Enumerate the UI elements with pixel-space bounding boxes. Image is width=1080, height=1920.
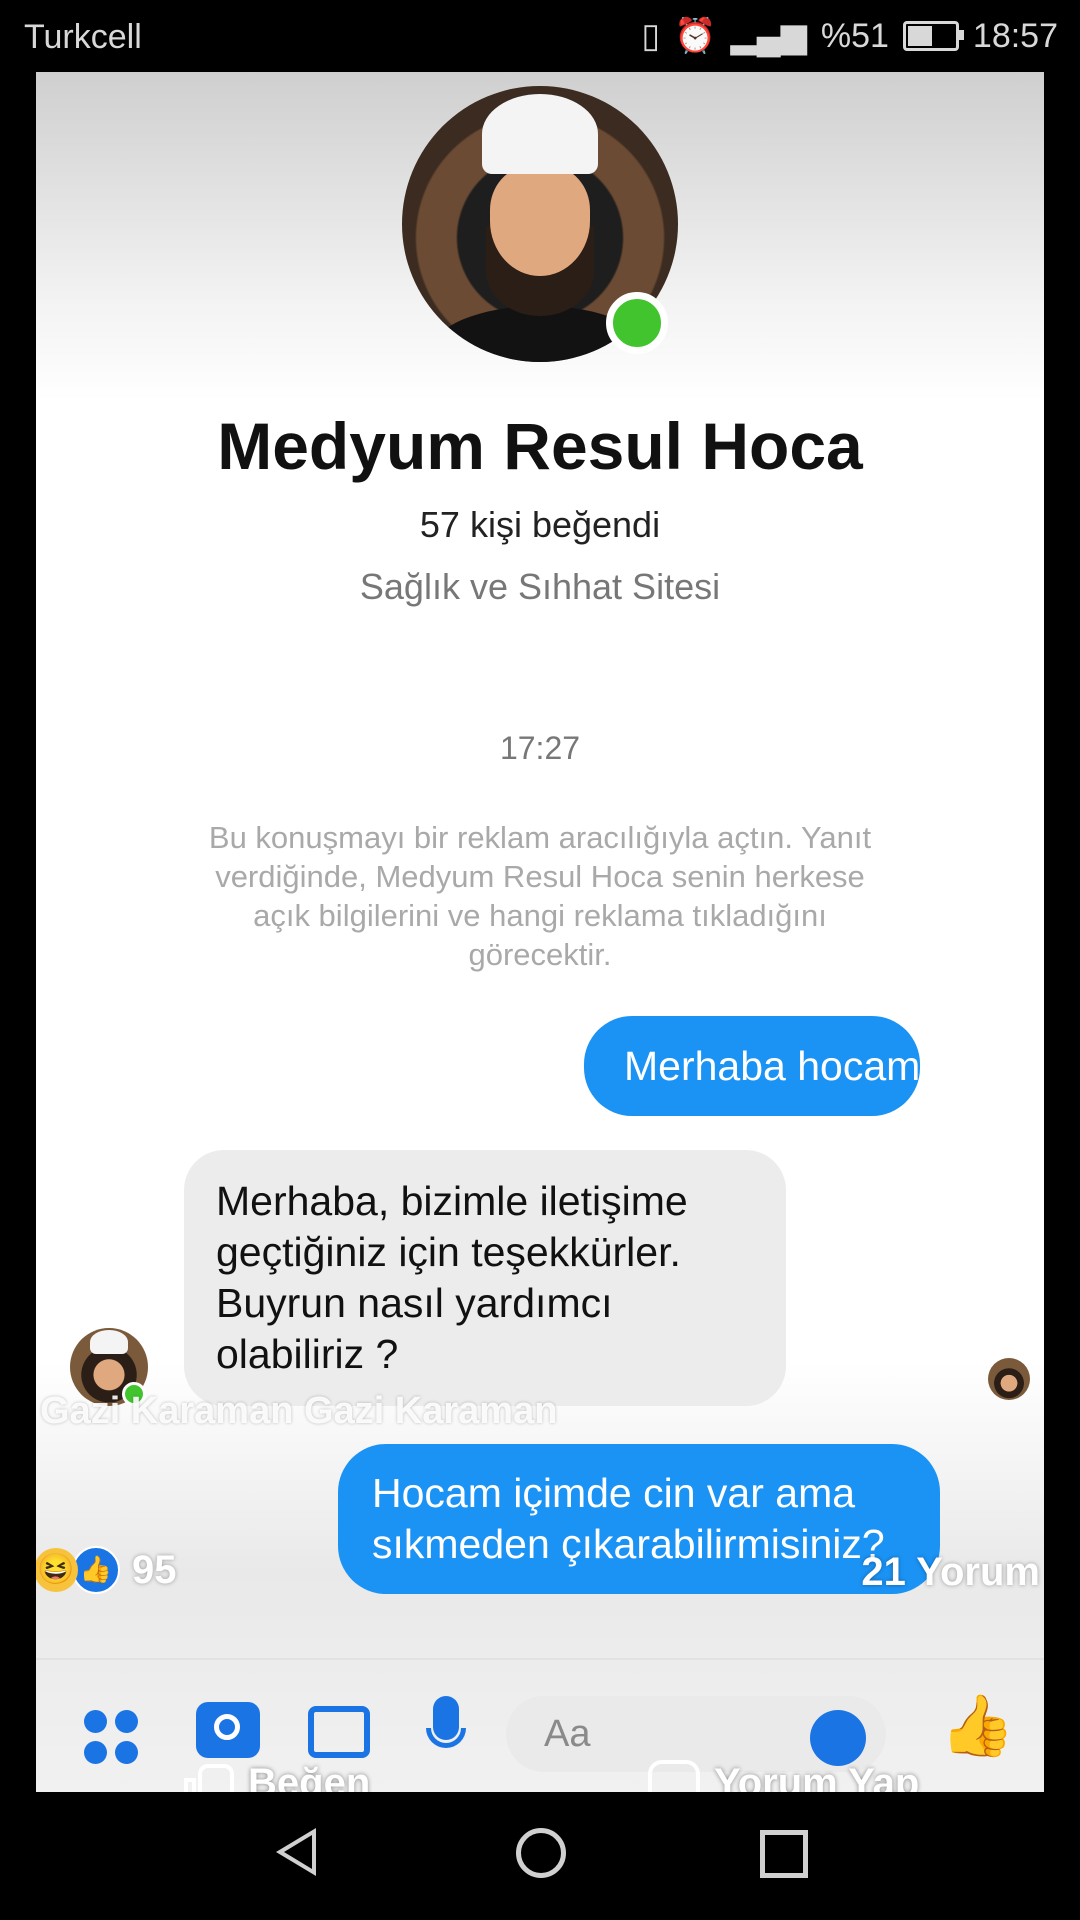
page-name: Medyum Resul Hoca	[217, 409, 863, 483]
like-label: Beğen	[248, 1760, 371, 1793]
navigation-bar	[0, 1792, 1080, 1920]
vibrate-icon: ▯	[641, 17, 661, 55]
post-actions: Beğen Yorum Yap	[36, 1760, 1044, 1792]
signal-icon: ▂▄▆	[730, 17, 807, 55]
comment-button[interactable]: Yorum Yap	[648, 1760, 919, 1792]
comment-label: Yorum Yap	[714, 1760, 920, 1793]
alarm-icon: ⏰	[674, 17, 717, 55]
battery-percent: %51	[820, 16, 889, 55]
clock: 18:57	[972, 16, 1058, 55]
camera-icon[interactable]	[196, 1702, 260, 1758]
messenger-screenshot: Medyum Resul Hoca 57 kişi beğendi Sağlık…	[36, 72, 1044, 1792]
like-reaction-icon: 👍	[72, 1546, 120, 1594]
haha-reaction-icon: 😆	[36, 1548, 78, 1592]
online-status-icon	[606, 292, 668, 354]
profile-face	[490, 166, 590, 276]
reaction-count: 95	[132, 1547, 177, 1592]
avatar-turban	[90, 1330, 128, 1354]
like-outline-icon	[184, 1760, 234, 1792]
status-bar: Turkcell ▯ ⏰ ▂▄▆ %51 18:57	[0, 0, 1080, 72]
like-button[interactable]: Beğen	[184, 1760, 370, 1792]
carrier-name: Turkcell	[24, 18, 142, 56]
watermark: Gazi Karaman Gazi Karaman	[40, 1390, 558, 1432]
reactions-summary[interactable]: 😆 👍 95	[36, 1546, 177, 1594]
page-likes: 57 kişi beğendi	[419, 504, 661, 545]
read-receipt-avatar	[988, 1358, 1030, 1400]
image-icon[interactable]	[308, 1706, 370, 1758]
message-bubble-sent[interactable]: Hocam içimde cin var ama sıkmeden çıkara…	[338, 1444, 940, 1594]
apps-icon[interactable]	[84, 1710, 138, 1764]
message-bubble-sent[interactable]: Merhaba hocam	[584, 1016, 920, 1116]
comment-bubble-icon	[648, 1760, 700, 1792]
ad-notice: Bu konuşmayı bir reklam aracılığıyla açt…	[208, 820, 872, 972]
back-icon[interactable]	[276, 1828, 316, 1876]
profile-turban	[482, 94, 598, 174]
message-timestamp: 17:27	[499, 730, 581, 766]
emoji-icon[interactable]	[810, 1710, 866, 1766]
home-icon[interactable]	[516, 1828, 566, 1878]
recent-apps-icon[interactable]	[760, 1830, 808, 1878]
thumbs-up-icon[interactable]: 👍	[940, 1690, 1015, 1761]
comment-count[interactable]: 21 Yorum	[861, 1550, 1040, 1595]
page-category: Sağlık ve Sıhhat Sitesi	[359, 566, 721, 607]
battery-icon	[902, 21, 964, 51]
message-bubble-received[interactable]: Merhaba, bizimle iletişime geçtiğiniz iç…	[184, 1150, 786, 1406]
status-icons: ▯ ⏰ ▂▄▆ %51 18:57	[641, 16, 1058, 56]
microphone-icon[interactable]	[426, 1696, 466, 1770]
